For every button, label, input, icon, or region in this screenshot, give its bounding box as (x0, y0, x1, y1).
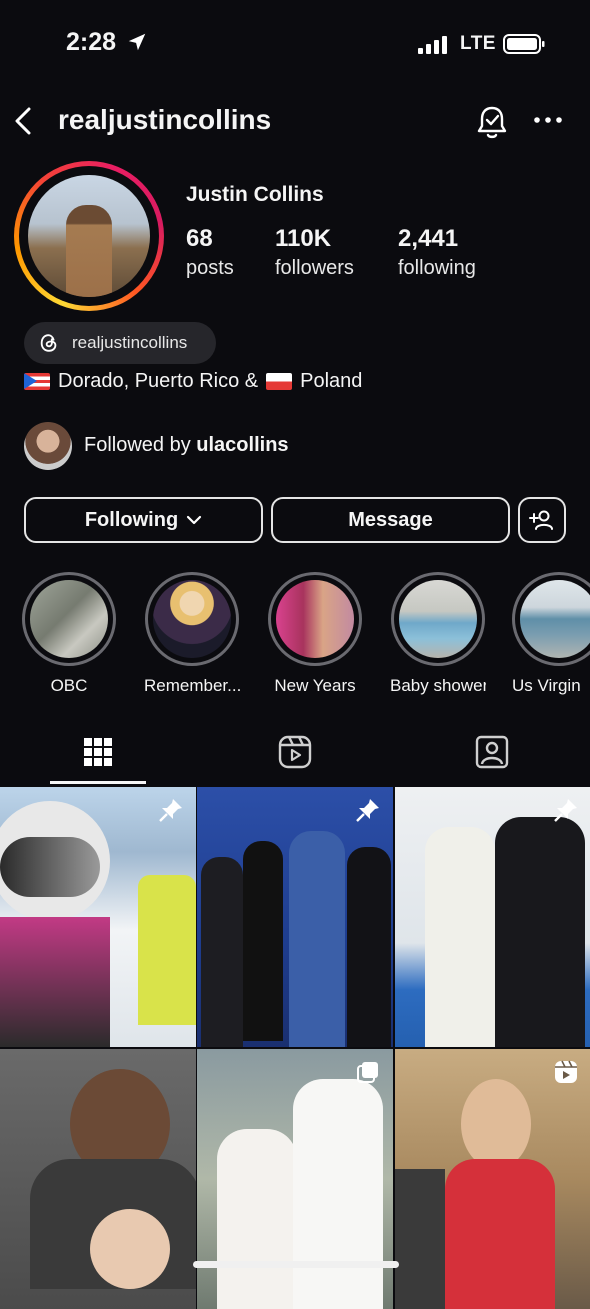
stat-followers-label: followers (275, 257, 354, 279)
message-button[interactable]: Message (271, 497, 510, 543)
chevron-down-icon (187, 515, 202, 525)
followed-by-user: ulacollins (196, 434, 289, 456)
followed-by-prefix: Followed by (84, 434, 197, 456)
location-arrow-icon (128, 33, 146, 51)
bell-check-icon[interactable] (474, 104, 510, 140)
post-thumbnail[interactable] (0, 1049, 196, 1309)
stat-posts-value: 68 (186, 225, 213, 252)
threads-link[interactable]: realjustincollins (24, 322, 216, 364)
tagged-icon[interactable] (474, 734, 510, 770)
location-text-1: Dorado, Puerto Rico & (58, 370, 259, 392)
reels-badge-icon (555, 1060, 577, 1083)
threads-icon (40, 334, 57, 352)
highlight-thumb (399, 580, 477, 658)
pin-icon (554, 799, 577, 822)
status-time: 2:28 (66, 28, 117, 56)
post-thumbnail[interactable] (197, 787, 393, 1047)
highlight-label: OBC (50, 676, 88, 695)
profile-tabs (0, 730, 590, 786)
header-username: realjustincollins (58, 104, 272, 135)
post-thumbnail[interactable] (395, 1049, 590, 1309)
highlight-new-years[interactable]: New Years (267, 572, 363, 696)
pin-icon (356, 799, 379, 822)
poland-flag-icon (266, 373, 293, 390)
stat-followers-value: 110K (275, 225, 332, 252)
cellular-signal-icon (418, 36, 447, 54)
profile-bio-location: Dorado, Puerto Rico & Poland (24, 370, 362, 393)
highlight-thumb (520, 580, 590, 658)
post-thumbnail[interactable] (395, 787, 590, 1047)
more-horizontal-icon[interactable] (533, 112, 563, 128)
add-user-icon (529, 510, 553, 530)
stat-following-label: following (398, 257, 476, 279)
battery-icon (503, 34, 545, 54)
stat-posts-label: posts (186, 257, 234, 279)
highlight-label: Remember... (144, 676, 240, 695)
highlight-label: Us Virgin (512, 676, 581, 695)
profile-full-name: Justin Collins (186, 183, 324, 206)
puerto-rico-flag-icon (24, 373, 50, 390)
highlight-label: Baby shower (390, 676, 486, 695)
highlight-us-virgin[interactable]: Us Virgin (512, 572, 590, 696)
highlight-thumb (30, 580, 108, 658)
status-bar: 2:28 LTE (0, 0, 590, 88)
carousel-icon (357, 1062, 378, 1083)
following-button-label: Following (84, 508, 179, 531)
profile-header: realjustincollins (0, 98, 590, 148)
grid-icon[interactable] (80, 734, 116, 770)
highlight-thumb (153, 580, 231, 658)
post-thumbnail[interactable] (197, 1049, 393, 1309)
avatar-photo (28, 175, 150, 297)
highlight-obc[interactable]: OBC (21, 572, 117, 696)
following-button[interactable]: Following (24, 497, 263, 543)
highlight-baby-shower[interactable]: Baby shower (390, 572, 486, 696)
followed-by[interactable]: Followed by ulacollins (24, 422, 424, 472)
add-user-button[interactable] (518, 497, 566, 543)
stat-followers[interactable]: 110K followers (275, 225, 354, 280)
reels-icon[interactable] (277, 734, 313, 770)
chevron-left-icon[interactable] (12, 106, 34, 136)
follower-avatar (24, 422, 72, 470)
highlight-thumb (276, 580, 354, 658)
home-indicator[interactable] (193, 1261, 399, 1268)
active-tab-indicator (50, 781, 146, 784)
location-text-2: Poland (300, 370, 363, 392)
highlight-remember[interactable]: Remember... (144, 572, 240, 696)
post-thumbnail[interactable] (0, 787, 196, 1047)
network-type: LTE (460, 33, 496, 54)
stat-following[interactable]: 2,441 following (398, 225, 476, 280)
pin-icon (159, 799, 182, 822)
threads-handle: realjustincollins (72, 333, 188, 352)
posts-grid (0, 787, 590, 1309)
highlight-label: New Years (274, 676, 356, 695)
stat-posts[interactable]: 68 posts (186, 225, 234, 280)
message-button-label: Message (348, 508, 433, 531)
stat-following-value: 2,441 (398, 225, 459, 252)
profile-avatar[interactable] (14, 161, 164, 311)
